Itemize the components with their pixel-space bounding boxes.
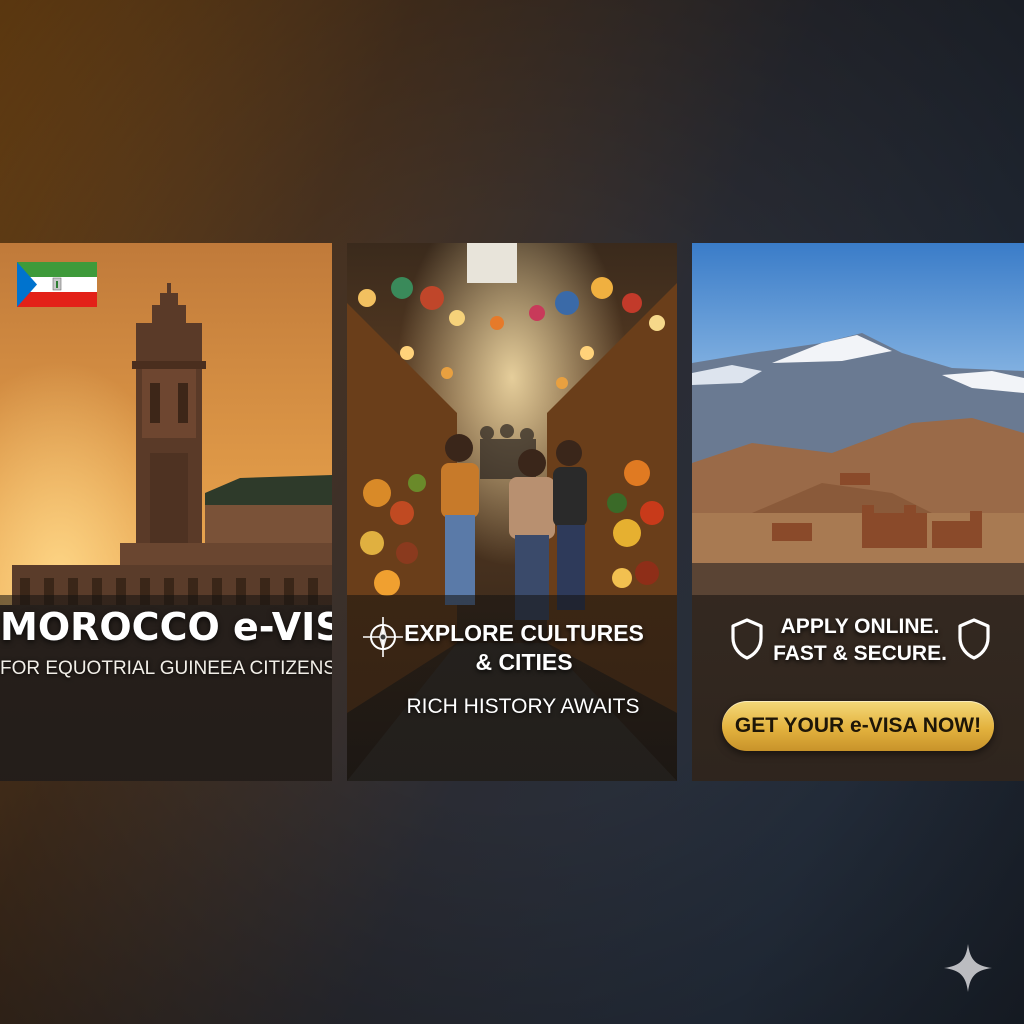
panel-mosque: MOROCCO e-VISA FOR EQUOTRIAL GUINEEA CIT… xyxy=(0,243,332,781)
section-subheading: RICH HISTORY AWAITS xyxy=(406,695,640,718)
get-evisa-button[interactable]: GET YOUR e-VISA NOW! xyxy=(722,701,994,751)
shield-icon xyxy=(958,618,990,660)
panel-market: EXPLORE CULTURES & CITIES RICH HISTORY A… xyxy=(347,243,677,781)
page-title: MOROCCO e-VISA xyxy=(0,605,332,649)
sparkle-icon xyxy=(944,944,992,992)
equatorial-guinea-flag-icon xyxy=(17,262,97,307)
section-heading: APPLY ONLINE. FAST & SECURE. xyxy=(773,615,947,665)
section-heading: EXPLORE CULTURES & CITIES xyxy=(404,620,644,675)
shield-icon xyxy=(731,618,763,660)
banner-panels: MOROCCO e-VISA FOR EQUOTRIAL GUINEEA CIT… xyxy=(0,243,1024,781)
page-subtitle: FOR EQUOTRIAL GUINEEA CITIZENS xyxy=(0,658,332,679)
panel-mountains: APPLY ONLINE. FAST & SECURE. GET YOUR e-… xyxy=(692,243,1024,781)
